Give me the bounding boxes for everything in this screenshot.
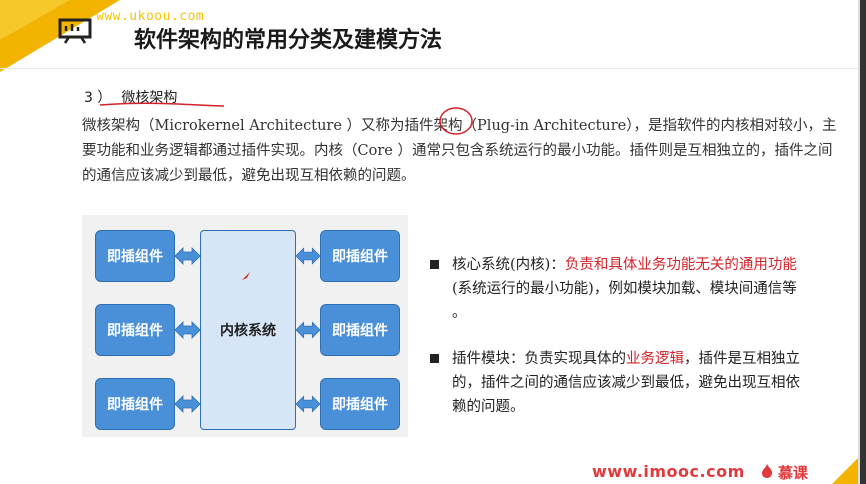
bullet-lead: 插件模块：负责实现具体的: [452, 351, 626, 367]
plugin-box: 即插组件: [320, 378, 400, 430]
presentation-icon: [58, 18, 92, 44]
plugin-box: 即插组件: [95, 230, 175, 282]
bullet-item-plugin: 插件模块：负责实现具体的业务逻辑，插件是互相独立的，插件之间的通信应该减少到最低…: [430, 347, 810, 419]
footer-corner-decoration: [832, 458, 858, 484]
double-arrow-icon: [296, 395, 320, 413]
bullet-lead: 核心系统(内核)：: [452, 257, 565, 273]
footer-url: www.imooc.com: [592, 462, 745, 481]
bullet-item-core: 核心系统(内核)：负责和具体业务功能无关的通用功能 (系统运行的最小功能)，例如模…: [430, 253, 810, 325]
double-arrow-icon: [175, 247, 200, 265]
double-arrow-icon: [175, 395, 200, 413]
page-title: 软件架构的常用分类及建模方法: [134, 28, 443, 53]
bullet-marker: [430, 260, 439, 269]
bullet-list: 核心系统(内核)：负责和具体业务功能无关的通用功能 (系统运行的最小功能)，例如模…: [430, 253, 810, 441]
bullet-highlight: 负责和具体业务功能无关的通用功能: [564, 257, 797, 273]
double-arrow-icon: [175, 321, 200, 339]
bullet-rest: (系统运行的最小功能)，例如模块加载、模块间通信等 。: [452, 281, 797, 321]
core-system-box: 内核系统: [200, 230, 296, 430]
slide: www.ukoou.com 软件架构的常用分类及建模方法 3 ）微核架构 微核架…: [0, 0, 866, 484]
double-arrow-icon: [296, 247, 320, 265]
right-edge-bar: [860, 0, 866, 484]
plugin-box: 即插组件: [95, 378, 175, 430]
plugin-box: 即插组件: [95, 304, 175, 356]
mouse-cursor-icon: [242, 272, 250, 280]
plugin-box: 即插组件: [320, 230, 400, 282]
flame-icon: [762, 464, 773, 478]
bullet-marker: [430, 354, 439, 363]
microkernel-diagram: 即插组件 即插组件 即插组件 即插组件 即插组件 即插组件 内核系统: [82, 215, 408, 437]
ink-circle-annotation: [439, 107, 473, 135]
bullet-highlight: 业务逻辑: [626, 351, 684, 367]
double-arrow-icon: [296, 321, 320, 339]
footer-brand: 慕课: [778, 464, 809, 482]
header-divider: [0, 68, 866, 69]
ink-underline-annotation: [99, 102, 225, 107]
plugin-box: 即插组件: [320, 304, 400, 356]
